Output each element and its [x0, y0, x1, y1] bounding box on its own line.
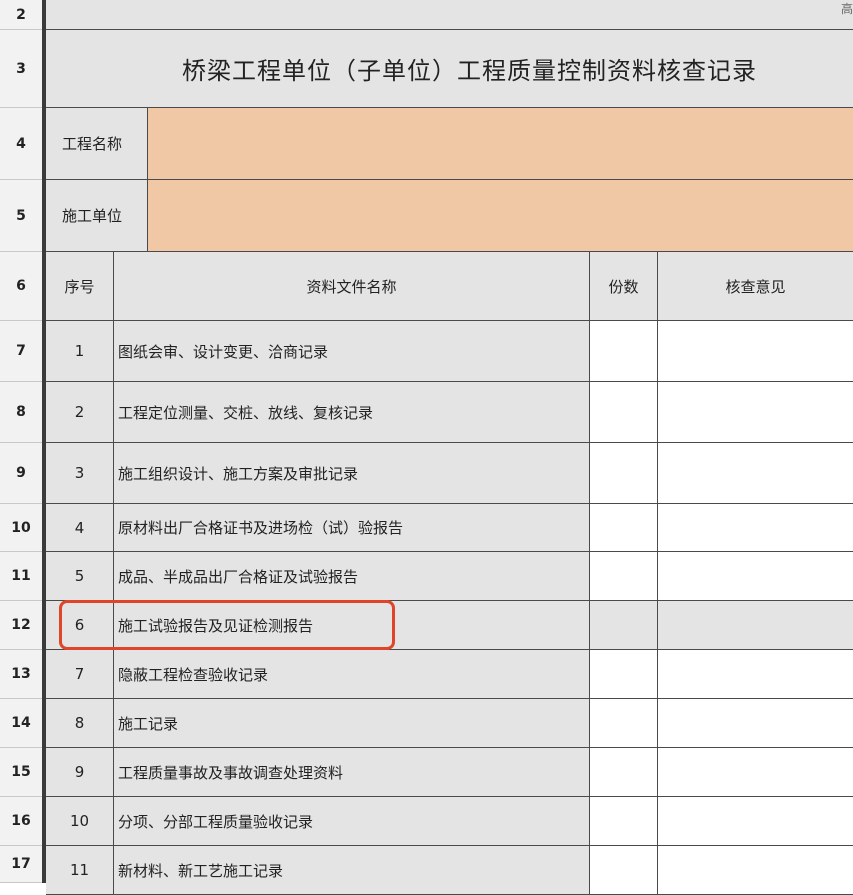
review-cell[interactable] [658, 846, 853, 895]
cell-row2[interactable]: 高 [46, 0, 853, 30]
copies-cell[interactable] [590, 797, 658, 846]
item-name[interactable]: 原材料出厂合格证书及进场检（试）验报告 [114, 504, 590, 552]
copies-cell[interactable] [590, 382, 658, 443]
header-review[interactable]: 核查意见 [658, 252, 853, 321]
copies-cell[interactable] [590, 504, 658, 552]
copies-cell[interactable] [590, 552, 658, 601]
row-header-10[interactable]: 10 [0, 504, 42, 552]
header-copies[interactable]: 份数 [590, 252, 658, 321]
header-doc-name[interactable]: 资料文件名称 [114, 252, 590, 321]
project-name-label[interactable]: 工程名称 [46, 108, 148, 180]
review-cell[interactable] [658, 443, 853, 504]
copies-cell[interactable] [590, 699, 658, 748]
item-number[interactable]: 10 [46, 797, 114, 846]
item-number[interactable]: 8 [46, 699, 114, 748]
item-name[interactable]: 施工组织设计、施工方案及审批记录 [114, 443, 590, 504]
row-header-17[interactable]: 17 [0, 846, 42, 883]
item-number[interactable]: 9 [46, 748, 114, 797]
page-title[interactable]: 桥梁工程单位（子单位）工程质量控制资料核查记录 [46, 30, 853, 108]
row-header-9[interactable]: 9 [0, 443, 42, 504]
review-cell[interactable] [658, 601, 853, 650]
copies-cell[interactable] [590, 846, 658, 895]
review-cell[interactable] [658, 504, 853, 552]
contractor-field[interactable] [148, 180, 853, 252]
item-name[interactable]: 隐蔽工程检查验收记录 [114, 650, 590, 699]
item-name[interactable]: 图纸会审、设计变更、洽商记录 [114, 321, 590, 382]
highlight-annotation [59, 600, 395, 650]
row-header-14[interactable]: 14 [0, 699, 42, 748]
item-number[interactable]: 4 [46, 504, 114, 552]
item-number[interactable]: 11 [46, 846, 114, 895]
review-cell[interactable] [658, 748, 853, 797]
item-name[interactable]: 工程定位测量、交桩、放线、复核记录 [114, 382, 590, 443]
item-name[interactable]: 工程质量事故及事故调查处理资料 [114, 748, 590, 797]
row-header-11[interactable]: 11 [0, 552, 42, 601]
copies-cell[interactable] [590, 321, 658, 382]
review-cell[interactable] [658, 321, 853, 382]
item-name[interactable]: 成品、半成品出厂合格证及试验报告 [114, 552, 590, 601]
row-header-2[interactable]: 2 [0, 0, 42, 30]
review-cell[interactable] [658, 797, 853, 846]
review-cell[interactable] [658, 552, 853, 601]
copies-cell[interactable] [590, 443, 658, 504]
row-header-12[interactable]: 12 [0, 601, 42, 650]
review-cell[interactable] [658, 382, 853, 443]
item-name[interactable]: 分项、分部工程质量验收记录 [114, 797, 590, 846]
copies-cell[interactable] [590, 748, 658, 797]
row-header-5[interactable]: 5 [0, 180, 42, 252]
row-header-13[interactable]: 13 [0, 650, 42, 699]
project-name-field[interactable] [148, 108, 853, 180]
row-header-3[interactable]: 3 [0, 30, 42, 108]
item-number[interactable]: 2 [46, 382, 114, 443]
clipped-text: 高 [840, 2, 853, 16]
row-header-7[interactable]: 7 [0, 321, 42, 382]
spreadsheet-grid: 高 桥梁工程单位（子单位）工程质量控制资料核查记录 工程名称 施工单位 序号 资… [46, 0, 853, 895]
row-header-15[interactable]: 15 [0, 748, 42, 797]
item-name[interactable]: 新材料、新工艺施工记录 [114, 846, 590, 895]
row-header-4[interactable]: 4 [0, 108, 42, 180]
item-number[interactable]: 1 [46, 321, 114, 382]
row-header-6[interactable]: 6 [0, 252, 42, 321]
item-number[interactable]: 7 [46, 650, 114, 699]
copies-cell[interactable] [590, 601, 658, 650]
copies-cell[interactable] [590, 650, 658, 699]
row-header-8[interactable]: 8 [0, 382, 42, 443]
header-index[interactable]: 序号 [46, 252, 114, 321]
item-number[interactable]: 3 [46, 443, 114, 504]
item-number[interactable]: 5 [46, 552, 114, 601]
review-cell[interactable] [658, 650, 853, 699]
row-header-16[interactable]: 16 [0, 797, 42, 846]
contractor-label[interactable]: 施工单位 [46, 180, 148, 252]
review-cell[interactable] [658, 699, 853, 748]
item-name[interactable]: 施工记录 [114, 699, 590, 748]
